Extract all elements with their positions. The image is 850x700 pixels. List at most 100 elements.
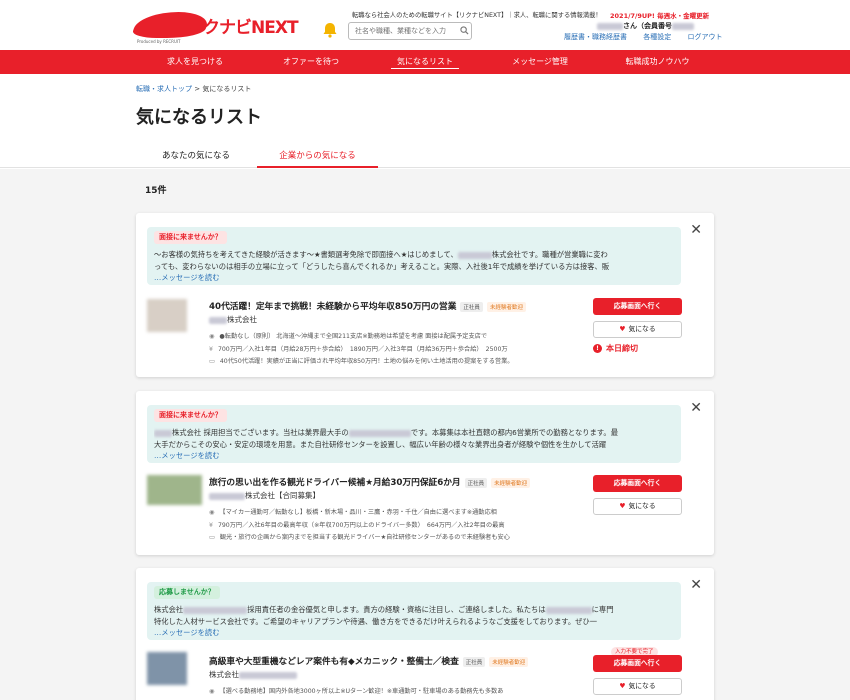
alert-icon: ! [593,344,602,353]
location-icon: ◉ [209,509,215,516]
redacted-text [348,429,411,437]
job-title[interactable]: 高級車や大型重機などレア案件も有◆メカニック・整備士／検査 正社員 未経験者歓迎 [209,654,529,667]
message-text-1b: 採用責任者の金谷優気と申します。貴方の経験・資格に注目し、ご連絡しました。私たち… [247,605,546,614]
message-text-1: 株式会社 採用担当でございます。当社は業界最大手の [172,428,349,437]
logo-sub: Produced by RECRUIT [137,39,181,44]
job-thumbnail[interactable] [147,475,202,505]
company-name-redacted [209,492,245,500]
job-summary-text: 40代50代活躍！実績が正当に評価され平均年収850万円！土地の悩みを伺い土地活… [219,358,514,365]
settings-link[interactable]: 各種設定 [643,33,671,41]
company-name: 株式会社 [209,669,297,680]
job-location-text: 【マイカー通勤可／転勤なし】板橋・新木場・品川・三鷹・赤羽・千住／自由に選べます… [219,509,497,516]
job-salary-text: 790万円／入社6年目の最高年収（※年収700万円以上のドライバー多数） 664… [217,522,505,529]
scout-message: 面接に来ませんか？ 〜お客様の気持ちを考えてきた経験が活きます〜★書類選考免除で… [147,227,681,285]
heart-icon: ♥ [619,325,626,333]
job-summary-icon: ▭ [209,534,215,541]
read-message-link[interactable]: …メッセージを読む [154,451,220,461]
message-text-1: 〜お客様の気持ちを考えてきた経験が活きます〜★書類選考免除で即面接へ★はじめまし… [154,250,458,259]
employment-type-chip: 正社員 [460,301,483,312]
nav-find-jobs[interactable]: 求人を見つける [150,50,240,74]
heart-icon: ♥ [619,502,626,510]
location-icon: ◉ [209,333,215,340]
redacted-text [154,429,172,437]
message-body: 株式会社 採用責任者の金谷優気と申します。貴方の経験・資格に注目し、ご連絡しました… [154,604,678,628]
job-summary-icon: ▭ [209,358,215,365]
job-title-text: 高級車や大型重機などレア案件も有◆メカニック・整備士／検査 [209,657,459,667]
employment-type-chip: 正社員 [464,477,488,488]
close-icon[interactable]: ✕ [690,223,702,237]
salary-icon: ¥ [209,522,213,529]
nav-messages[interactable]: メッセージ管理 [495,50,585,74]
result-count: 15件 [145,186,167,196]
favorite-button[interactable]: ♥ 気になる [593,498,682,515]
search-input[interactable] [348,22,472,40]
tab-my-favorites[interactable]: あなたの気になる [146,146,246,168]
close-icon[interactable]: ✕ [690,578,702,592]
company-name-text: 株式会社【合同募集】 [245,491,320,500]
message-body: 〜お客様の気持ちを考えてきた経験が活きます〜★書類選考免除で即面接へ★はじめまし… [154,249,678,273]
company-name: 株式会社【合同募集】 [209,490,320,501]
message-text-1b: 株式会社です。職種が営業職に変わ [491,250,608,259]
apply-button[interactable]: 応募画面へ行く [593,298,682,315]
bell-icon[interactable] [321,21,339,39]
message-text-2: 大手だからこその安心・安定の環境を用意。また自社研修センターを設置し、幅広い年齢… [154,440,607,449]
favorite-button[interactable]: ♥ 気になる [593,678,682,695]
site-header: リクナビNEXT Produced by RECRUIT 転職なら社会人のための… [0,0,850,50]
user-name-redacted [597,22,623,30]
nav-wait-offers[interactable]: オファーを待つ [266,50,356,74]
breadcrumb-current: 気になるリスト [202,85,252,93]
message-badge: 面接に来ませんか？ [154,231,227,244]
favorite-label: 気になる [628,325,656,333]
logout-link[interactable]: ログアウト [687,33,722,41]
message-body: 株式会社 採用担当でございます。当社は業界最大手の です。本募集は本社直轄の都内6… [154,427,678,451]
salary-icon: ¥ [209,346,213,353]
job-thumbnail[interactable] [147,299,187,332]
message-text-1b: です。本募集は本社直轄の都内6営業所での勤務となります。最 [410,428,618,437]
redacted-text [457,251,492,259]
job-thumbnail[interactable] [147,652,187,685]
heart-icon: ♥ [619,682,626,690]
close-icon[interactable]: ✕ [690,401,702,415]
job-card: ✕ 面接に来ませんか？ 〜お客様の気持ちを考えてきた経験が活きます〜★書類選考免… [136,213,714,377]
resume-link[interactable]: 履歴書・職務経歴書 [564,33,627,41]
message-text-2: っても、変わらないのは相手の立場に立って「どうしたら喜んでくれるか」考えること。… [154,262,610,271]
tab-company-favorites[interactable]: 企業からの気になる [257,146,378,168]
nav-favorites[interactable]: 気になるリスト [391,50,459,74]
update-promo: 2021/7/9UP! 毎週水・金曜更新 [610,12,710,20]
favorites-tabs: あなたの気になる 企業からの気になる [0,146,850,168]
nav-knowhow[interactable]: 転職成功ノウハウ [610,50,705,74]
job-location: ◉ ●転勤なし（原則） 北海道〜沖縄まで全国211支店※勤務地は希望を考慮 面接は… [209,331,589,340]
user-suffix: さん（会員番号 [623,22,672,30]
apply-button[interactable]: 応募画面へ行く [593,475,682,492]
company-name-text: 株式会社 [227,315,257,324]
breadcrumb-separator: > [192,85,203,93]
message-text-2: 特化した人材サービス会社です。ご希望のキャリアプランや待遇、働き方をできるだけ叶… [154,617,598,626]
member-id-redacted [672,22,694,30]
job-salary: ¥790万円／入社6年目の最高年収（※年収700万円以上のドライバー多数） 66… [209,520,589,529]
header-links: 履歴書・職務経歴書 各種設定 ログアウト [564,32,736,42]
message-badge: 面接に来ませんか？ [154,409,227,422]
job-title[interactable]: 40代活躍！定年まで挑戦！未経験から平均年収850万円の営業 正社員 未経験者歓迎 [209,299,526,312]
job-title[interactable]: 旅行の思い出を作る観光ドライバー候補★月給30万円保証6か月 正社員 未経験者歓迎 [209,475,531,488]
read-message-link[interactable]: …メッセージを読む [154,273,220,283]
breadcrumb: 転職・求人トップ > 気になるリスト [136,84,251,94]
user-info: さん（会員番号 [597,21,694,31]
job-card: ✕ 応募しませんか？ 株式会社 採用責任者の金谷優気と申します。貴方の経験・資格に… [136,568,714,700]
deadline-text: 本日締切 [606,344,638,353]
message-text-1c: に専門 [591,605,614,614]
search-icon[interactable] [460,26,469,35]
job-title-text: 40代活躍！定年まで挑戦！未経験から平均年収850万円の営業 [209,302,457,312]
job-location: ◉ 【マイカー通勤可／転勤なし】板橋・新木場・品川・三鷹・赤羽・千住／自由に選べま… [209,507,589,516]
favorite-button[interactable]: ♥ 気になる [593,321,682,338]
message-text-1: 株式会社 [154,605,184,614]
apply-button[interactable]: 応募画面へ行く [593,655,682,672]
job-salary-text: 700万円／入社1年目（月給28万円＋歩合給） 1890万円／入社3年目（月給3… [217,346,508,353]
job-summary: ▭ 観光・旅行の企画から案内までを担当する観光ドライバー★自社研修センターがあるの… [209,532,589,541]
redacted-text [183,606,248,614]
employment-type-chip: 正社員 [462,656,486,667]
message-badge: 応募しませんか？ [154,586,220,599]
site-logo[interactable]: リクナビNEXT Produced by RECRUIT [130,9,299,44]
read-message-link[interactable]: …メッセージを読む [154,628,220,638]
breadcrumb-top-link[interactable]: 転職・求人トップ [136,85,192,93]
favorite-label: 気になる [628,502,656,510]
